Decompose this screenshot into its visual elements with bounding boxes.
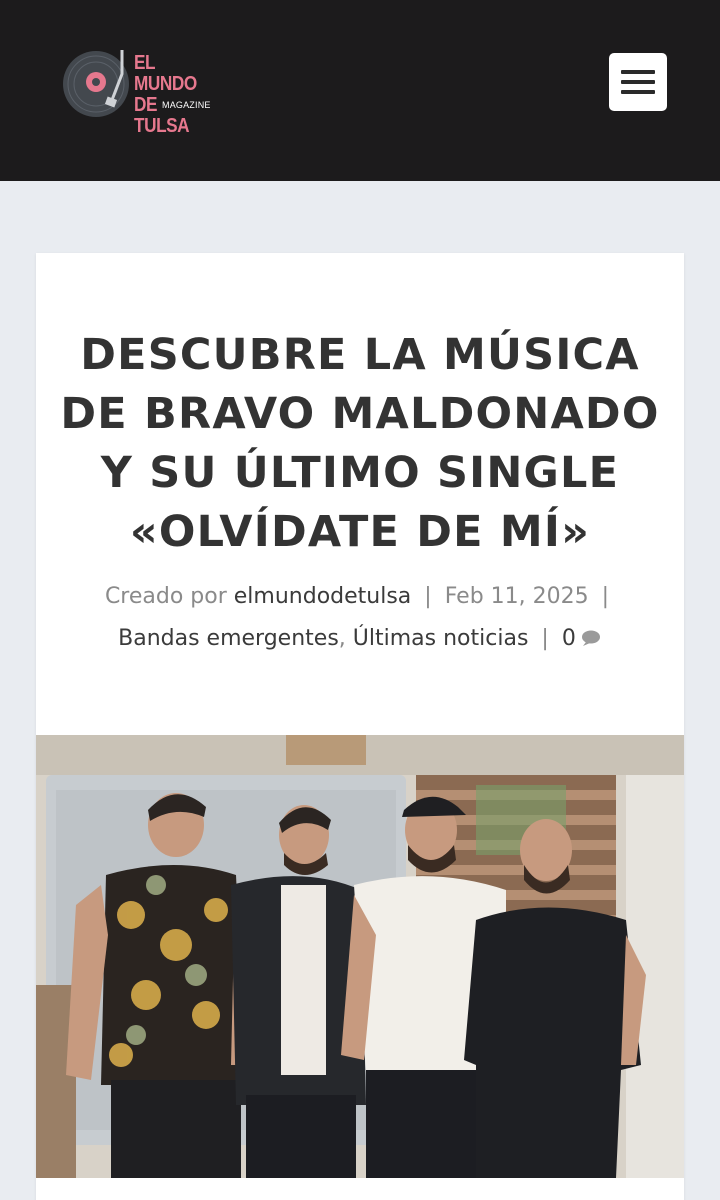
site-logo[interactable]: EL MUNDO DE TULSA MAGAZINE: [62, 48, 222, 137]
logo-subtitle: MAGAZINE: [162, 100, 211, 110]
author-link[interactable]: elmundodetulsa: [234, 584, 412, 609]
site-header: EL MUNDO DE TULSA MAGAZINE: [0, 0, 720, 181]
created-by-label: Creado por: [104, 584, 227, 609]
menu-bar: [621, 90, 655, 94]
menu-bar: [621, 70, 655, 74]
category-separator: ,: [338, 626, 346, 651]
menu-bar: [621, 80, 655, 84]
category-link-ultimas-noticias[interactable]: Últimas noticias: [353, 626, 529, 651]
article-meta-categories: Bandas emergentes, Últimas noticias | 0: [36, 626, 684, 651]
logo-line-1: EL MUNDO: [134, 52, 197, 95]
hamburger-menu-icon[interactable]: [609, 53, 667, 111]
article-card: DESCUBRE LA MÚSICA DE BRAVO MALDONADO Y …: [36, 253, 684, 1200]
article-title: DESCUBRE LA MÚSICA DE BRAVO MALDONADO Y …: [60, 330, 660, 557]
logo-title: EL MUNDO DE TULSA: [134, 53, 210, 137]
featured-image[interactable]: [36, 735, 684, 1178]
article-date: Feb 11, 2025: [444, 584, 589, 609]
meta-separator: |: [424, 584, 432, 609]
vinyl-record-icon: [63, 50, 129, 117]
meta-separator: |: [541, 626, 549, 651]
speech-bubble-icon: [581, 630, 600, 646]
article-meta-author-date: Creado por elmundodetulsa | Feb 11, 2025…: [36, 584, 684, 609]
meta-separator: |: [601, 584, 610, 609]
band-photo: [36, 735, 684, 1178]
comments-count: 0: [561, 626, 576, 651]
category-link-bandas-emergentes[interactable]: Bandas emergentes: [118, 626, 339, 651]
comments-link[interactable]: 0: [562, 626, 602, 651]
